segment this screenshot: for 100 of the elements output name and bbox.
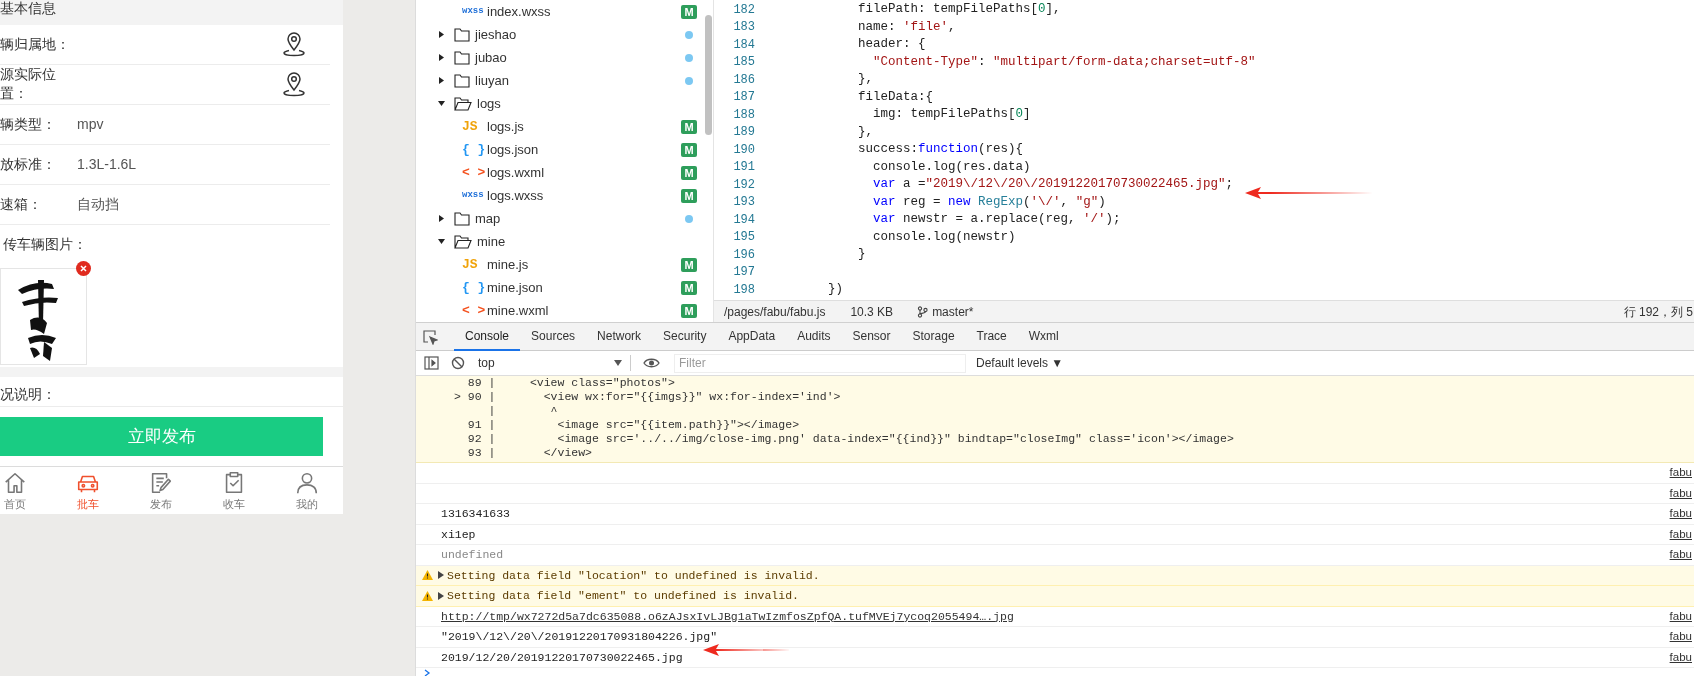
tab-bar-item[interactable]: 首页 <box>0 467 51 514</box>
source-link[interactable]: fabu <box>1669 607 1692 625</box>
source-link[interactable]: fabu <box>1669 546 1692 564</box>
devtools-tab[interactable]: Console <box>454 322 521 351</box>
file-tree-item[interactable]: < >mine.wxml M <box>416 299 713 322</box>
caret-icon[interactable] <box>437 53 446 62</box>
devtools-tab[interactable]: AppData <box>717 322 787 351</box>
file-tree-item[interactable]: JS mine.js M <box>416 253 713 276</box>
folder-name: jubao <box>475 48 508 67</box>
eye-icon[interactable] <box>643 357 660 369</box>
dropdown-caret-icon <box>614 360 622 366</box>
devtools-tab[interactable]: Network <box>586 322 653 351</box>
log-levels-dropdown[interactable]: Default levels ▼ <box>976 354 1064 372</box>
caret-icon[interactable] <box>437 76 446 85</box>
code-line: }) <box>827 281 843 299</box>
prompt-icon[interactable] <box>424 669 431 676</box>
file-tree-item[interactable]: < >logs.wxml M <box>416 161 713 184</box>
tab-label: 批车 <box>76 497 99 512</box>
line-number: 184 <box>732 36 755 54</box>
folder-icon <box>454 234 472 249</box>
devtools-tab[interactable]: Trace <box>965 322 1018 351</box>
file-type-icon: { } <box>462 277 482 298</box>
caret-icon[interactable] <box>437 30 446 39</box>
modified-badge: M <box>681 119 697 134</box>
warning-icon <box>422 590 433 601</box>
location-pin-icon[interactable] <box>281 31 307 58</box>
folder-item[interactable]: liuyan <box>416 69 713 92</box>
field-label: 况说明： <box>0 385 56 405</box>
file-tree-item[interactable]: { }logs.json M <box>416 138 713 161</box>
folder-item[interactable]: mine <box>416 230 713 253</box>
folder-item[interactable]: map <box>416 207 713 230</box>
section-title: 基本信息 <box>0 1 56 16</box>
source-link[interactable]: fabu <box>1669 628 1692 646</box>
code-line: var reg = new RegExp('\/', "g") <box>872 193 1106 211</box>
folder-item[interactable]: logs <box>416 92 713 115</box>
devtools-tab[interactable]: Sensor <box>841 322 902 351</box>
line-number: 188 <box>732 106 755 124</box>
tab-bar-item[interactable]: 我的 <box>270 467 343 514</box>
folder-name: jieshao <box>475 25 518 44</box>
field-value: 自动挡 <box>77 194 119 214</box>
modified-badge: M <box>681 142 697 157</box>
code-line: "Content-Type": "multipart/form-data;charset=utf-8" <box>872 53 1256 71</box>
code-line: var a ="2019\/12\/20\/20191220170730022465.jpg"; <box>872 176 1234 194</box>
tab-label: 发布 <box>149 497 172 512</box>
code-frame-line: 89 | <view class="photos"> <box>466 376 676 390</box>
tab-label: 首页 <box>3 497 26 512</box>
source-link[interactable]: fabu <box>1669 505 1692 523</box>
scrollbar-thumb[interactable] <box>705 15 712 135</box>
line-number: 185 <box>732 54 755 72</box>
clear-console-icon[interactable] <box>451 356 465 370</box>
code-frame-line: | ^ <box>487 404 559 418</box>
source-link[interactable]: fabu <box>1669 525 1692 543</box>
source-link[interactable]: fabu <box>1669 648 1692 666</box>
code-line: img: tempFilePaths[0] <box>872 106 1031 124</box>
devtools-tab[interactable]: Wxml <box>1017 322 1070 351</box>
file-tree-item[interactable]: wxss logs.wxss M <box>416 184 713 207</box>
devtools-tab[interactable]: Sources <box>520 322 587 351</box>
line-number: 194 <box>732 211 755 229</box>
tab-bar-item[interactable]: 发布 <box>124 467 197 514</box>
line-number: 189 <box>732 124 755 142</box>
inspect-icon[interactable] <box>422 328 438 345</box>
file-name: mine.js <box>487 255 530 274</box>
field-label: 辆归属地： <box>0 34 71 54</box>
console-message: Setting data field "location" to undefined is invalid. <box>447 567 820 584</box>
code-line: console.log(newstr) <box>872 228 1016 246</box>
sidebar-toggle-icon[interactable] <box>424 356 439 370</box>
expand-caret-icon[interactable] <box>438 591 444 600</box>
tab-bar-item[interactable]: 批车 <box>51 467 124 514</box>
line-number: 197 <box>732 264 755 282</box>
folder-item[interactable]: jubao <box>416 46 713 69</box>
line-number: 196 <box>732 246 755 264</box>
cursor-position: 行 192，列 5 <box>1623 303 1694 321</box>
modified-badge: M <box>681 188 697 203</box>
source-link[interactable]: fabu <box>1669 484 1692 502</box>
location-pin-icon[interactable] <box>281 71 307 98</box>
branch-name[interactable]: master* <box>932 302 974 321</box>
caret-icon[interactable] <box>437 237 446 246</box>
expand-caret-icon[interactable] <box>438 571 444 580</box>
devtools-tab[interactable]: Storage <box>901 322 966 351</box>
code-line: }, <box>857 123 873 141</box>
devtools-tab[interactable]: Audits <box>786 322 842 351</box>
folder-icon <box>454 73 470 88</box>
devtools-tab[interactable]: Security <box>652 322 718 351</box>
file-tree-item[interactable]: { }mine.json M <box>416 276 713 299</box>
file-tree-item[interactable]: JS logs.js M <box>416 115 713 138</box>
context-select[interactable]: top <box>478 353 628 373</box>
source-link[interactable]: fabu <box>1669 464 1692 482</box>
remove-icon[interactable] <box>76 260 91 276</box>
file-tree-item[interactable]: wxss index.wxss M <box>416 0 713 23</box>
folder-item[interactable]: jieshao <box>416 23 713 46</box>
code-line: var newstr = a.replace(reg, '/'); <box>872 211 1121 229</box>
caret-icon[interactable] <box>437 214 446 223</box>
caret-icon[interactable] <box>437 99 446 108</box>
console-message: "2019\/12\/20\/20191220170931804226.jpg" <box>441 629 718 646</box>
tab-bar-item[interactable]: 收车 <box>197 467 270 514</box>
folder-name: logs <box>477 94 502 113</box>
code-line: filePath: tempFilePaths[0], <box>857 1 1061 19</box>
folder-icon <box>454 27 470 42</box>
filter-field[interactable]: Filter <box>674 353 966 373</box>
console-link[interactable]: http://tmp/wx7272d5a7dc635088.o6zAJsxIvLJBg1aTwIzmfosZpfQA.tufMVEj7ycoq2055494….jpg <box>441 607 1014 625</box>
